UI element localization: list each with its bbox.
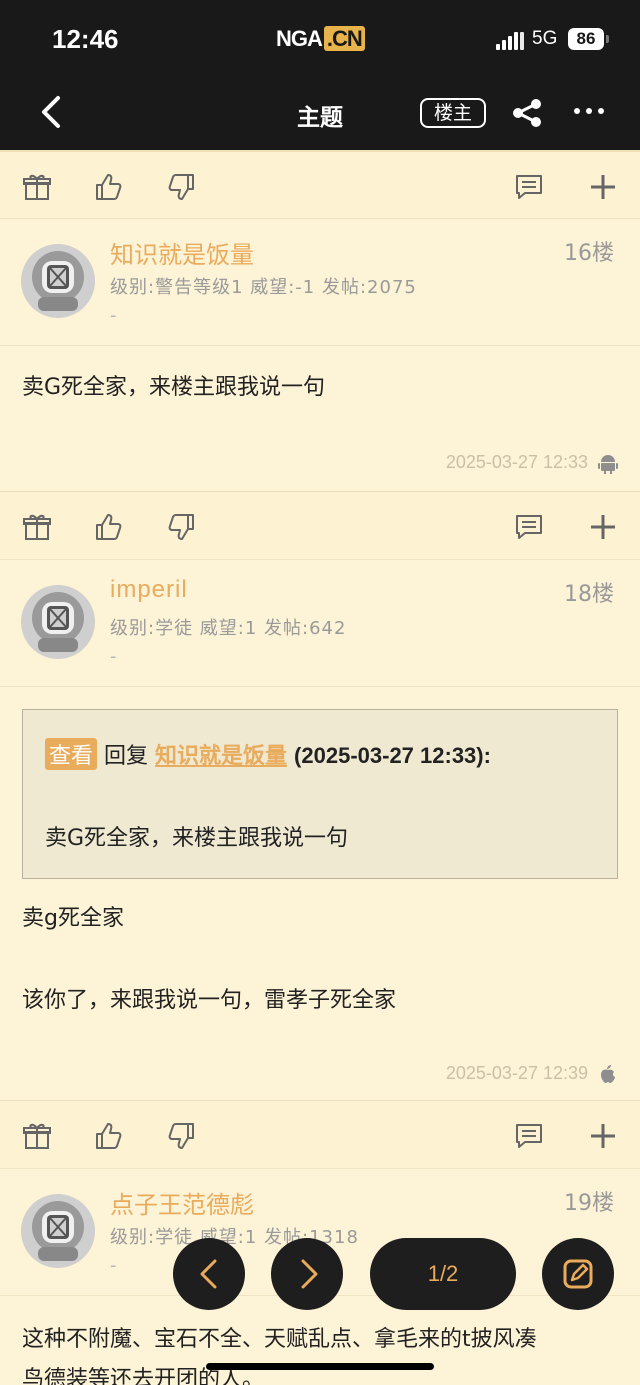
dislike-icon[interactable]: [166, 512, 196, 542]
top-bar: 12:46 NGA .CN 5G 86 主题 楼主: [0, 0, 640, 150]
edit-icon: [563, 1259, 593, 1289]
floor-number: 19楼: [564, 1191, 614, 1216]
dislike-icon[interactable]: [166, 172, 196, 202]
comment-icon[interactable]: [514, 1121, 544, 1151]
more-icon[interactable]: [572, 94, 606, 128]
battery-icon: 86: [568, 28, 604, 50]
page-title: 主题: [297, 105, 343, 131]
apple-icon: [601, 1065, 615, 1083]
chevron-right-icon: [301, 1259, 318, 1289]
gift-icon[interactable]: [22, 172, 52, 202]
post-text-line: 卖g死全家: [22, 906, 124, 931]
post-text-line: 这种不附魔、宝石不全、天赋乱点、拿毛来的t披风凑: [22, 1327, 537, 1352]
comment-icon[interactable]: [514, 512, 544, 542]
post-header: 知识就是饭量 16楼 级别:警告等级1 威望:-1 发帖:2075 -: [0, 218, 640, 345]
only-op-button[interactable]: 楼主: [420, 98, 486, 128]
quoted-date: (2025-03-27 12:33):: [294, 743, 491, 768]
share-icon[interactable]: [510, 96, 544, 130]
post-body: 这种不附魔、宝石不全、天赋乱点、拿毛来的t披风凑 鸟德装等还去开团的人。: [0, 1295, 640, 1385]
post-time: 2025-03-27 12:33: [445, 452, 588, 472]
post-body: 卖G死全家，来楼主跟我说一句 2025-03-27 12:33: [0, 345, 640, 491]
user-signature: -: [110, 305, 117, 326]
post-text: 卖G死全家，来楼主跟我说一句: [22, 375, 326, 400]
view-quote-button[interactable]: 查看: [45, 738, 98, 770]
post-text-line: 该你了，来跟我说一句，雷孝子死全家: [22, 988, 397, 1013]
network-type: 5G: [532, 28, 558, 49]
gift-icon[interactable]: [22, 1121, 52, 1151]
quote-header: 查看 回复 知识就是饭量 (2025-03-27 12:33):: [45, 738, 491, 770]
avatar[interactable]: [20, 584, 96, 660]
signal-icon: [496, 30, 524, 50]
nga-logo: NGA .CN: [276, 26, 365, 52]
like-icon[interactable]: [94, 172, 124, 202]
post-action-bar: [0, 1100, 640, 1168]
avatar[interactable]: [20, 1193, 96, 1269]
next-page-button[interactable]: [271, 1238, 343, 1310]
add-icon[interactable]: [588, 1121, 618, 1151]
floor-number: 18楼: [564, 582, 614, 607]
avatar[interactable]: [20, 243, 96, 319]
comment-icon[interactable]: [514, 172, 544, 202]
quoted-username[interactable]: 知识就是饭量: [155, 744, 287, 769]
user-signature: -: [110, 1255, 117, 1276]
post-body: 查看 回复 知识就是饭量 (2025-03-27 12:33): 卖G死全家，来…: [0, 686, 640, 1100]
quote-block: 查看 回复 知识就是饭量 (2025-03-27 12:33): 卖G死全家，来…: [22, 709, 618, 879]
add-icon[interactable]: [588, 512, 618, 542]
add-icon[interactable]: [588, 172, 618, 202]
username[interactable]: 点子王范德彪: [110, 1185, 254, 1220]
user-signature: -: [110, 646, 117, 667]
post-list: 知识就是饭量 16楼 级别:警告等级1 威望:-1 发帖:2075 - 卖G死全…: [0, 150, 640, 1385]
post-action-bar: [0, 491, 640, 559]
nav-bar: 主题 楼主: [0, 80, 640, 146]
user-info: 级别:警告等级1 威望:-1 发帖:2075: [110, 277, 417, 298]
android-icon: [598, 455, 618, 474]
dislike-icon[interactable]: [166, 1121, 196, 1151]
status-time: 12:46: [52, 24, 119, 54]
like-icon[interactable]: [94, 1121, 124, 1151]
compose-button[interactable]: [542, 1238, 614, 1310]
prev-page-button[interactable]: [173, 1238, 245, 1310]
quoted-text: 卖G死全家，来楼主跟我说一句: [45, 826, 349, 851]
post-header: imperil 18楼 级别:学徒 威望:1 发帖:642 -: [0, 559, 640, 686]
like-icon[interactable]: [94, 512, 124, 542]
gift-icon[interactable]: [22, 512, 52, 542]
post-action-bar: [0, 150, 640, 218]
home-indicator: [206, 1363, 434, 1370]
floor-number: 16楼: [564, 241, 614, 266]
post-time: 2025-03-27 12:39: [445, 1063, 588, 1083]
username[interactable]: 知识就是饭量: [110, 235, 254, 270]
user-info: 级别:学徒 威望:1 发帖:642: [110, 618, 347, 639]
chevron-left-icon: [200, 1259, 217, 1289]
page-indicator[interactable]: 1/2: [370, 1238, 516, 1310]
reply-label: 回复: [104, 744, 149, 769]
username[interactable]: imperil: [110, 576, 188, 604]
status-bar: 12:46 NGA .CN 5G 86: [0, 22, 640, 62]
